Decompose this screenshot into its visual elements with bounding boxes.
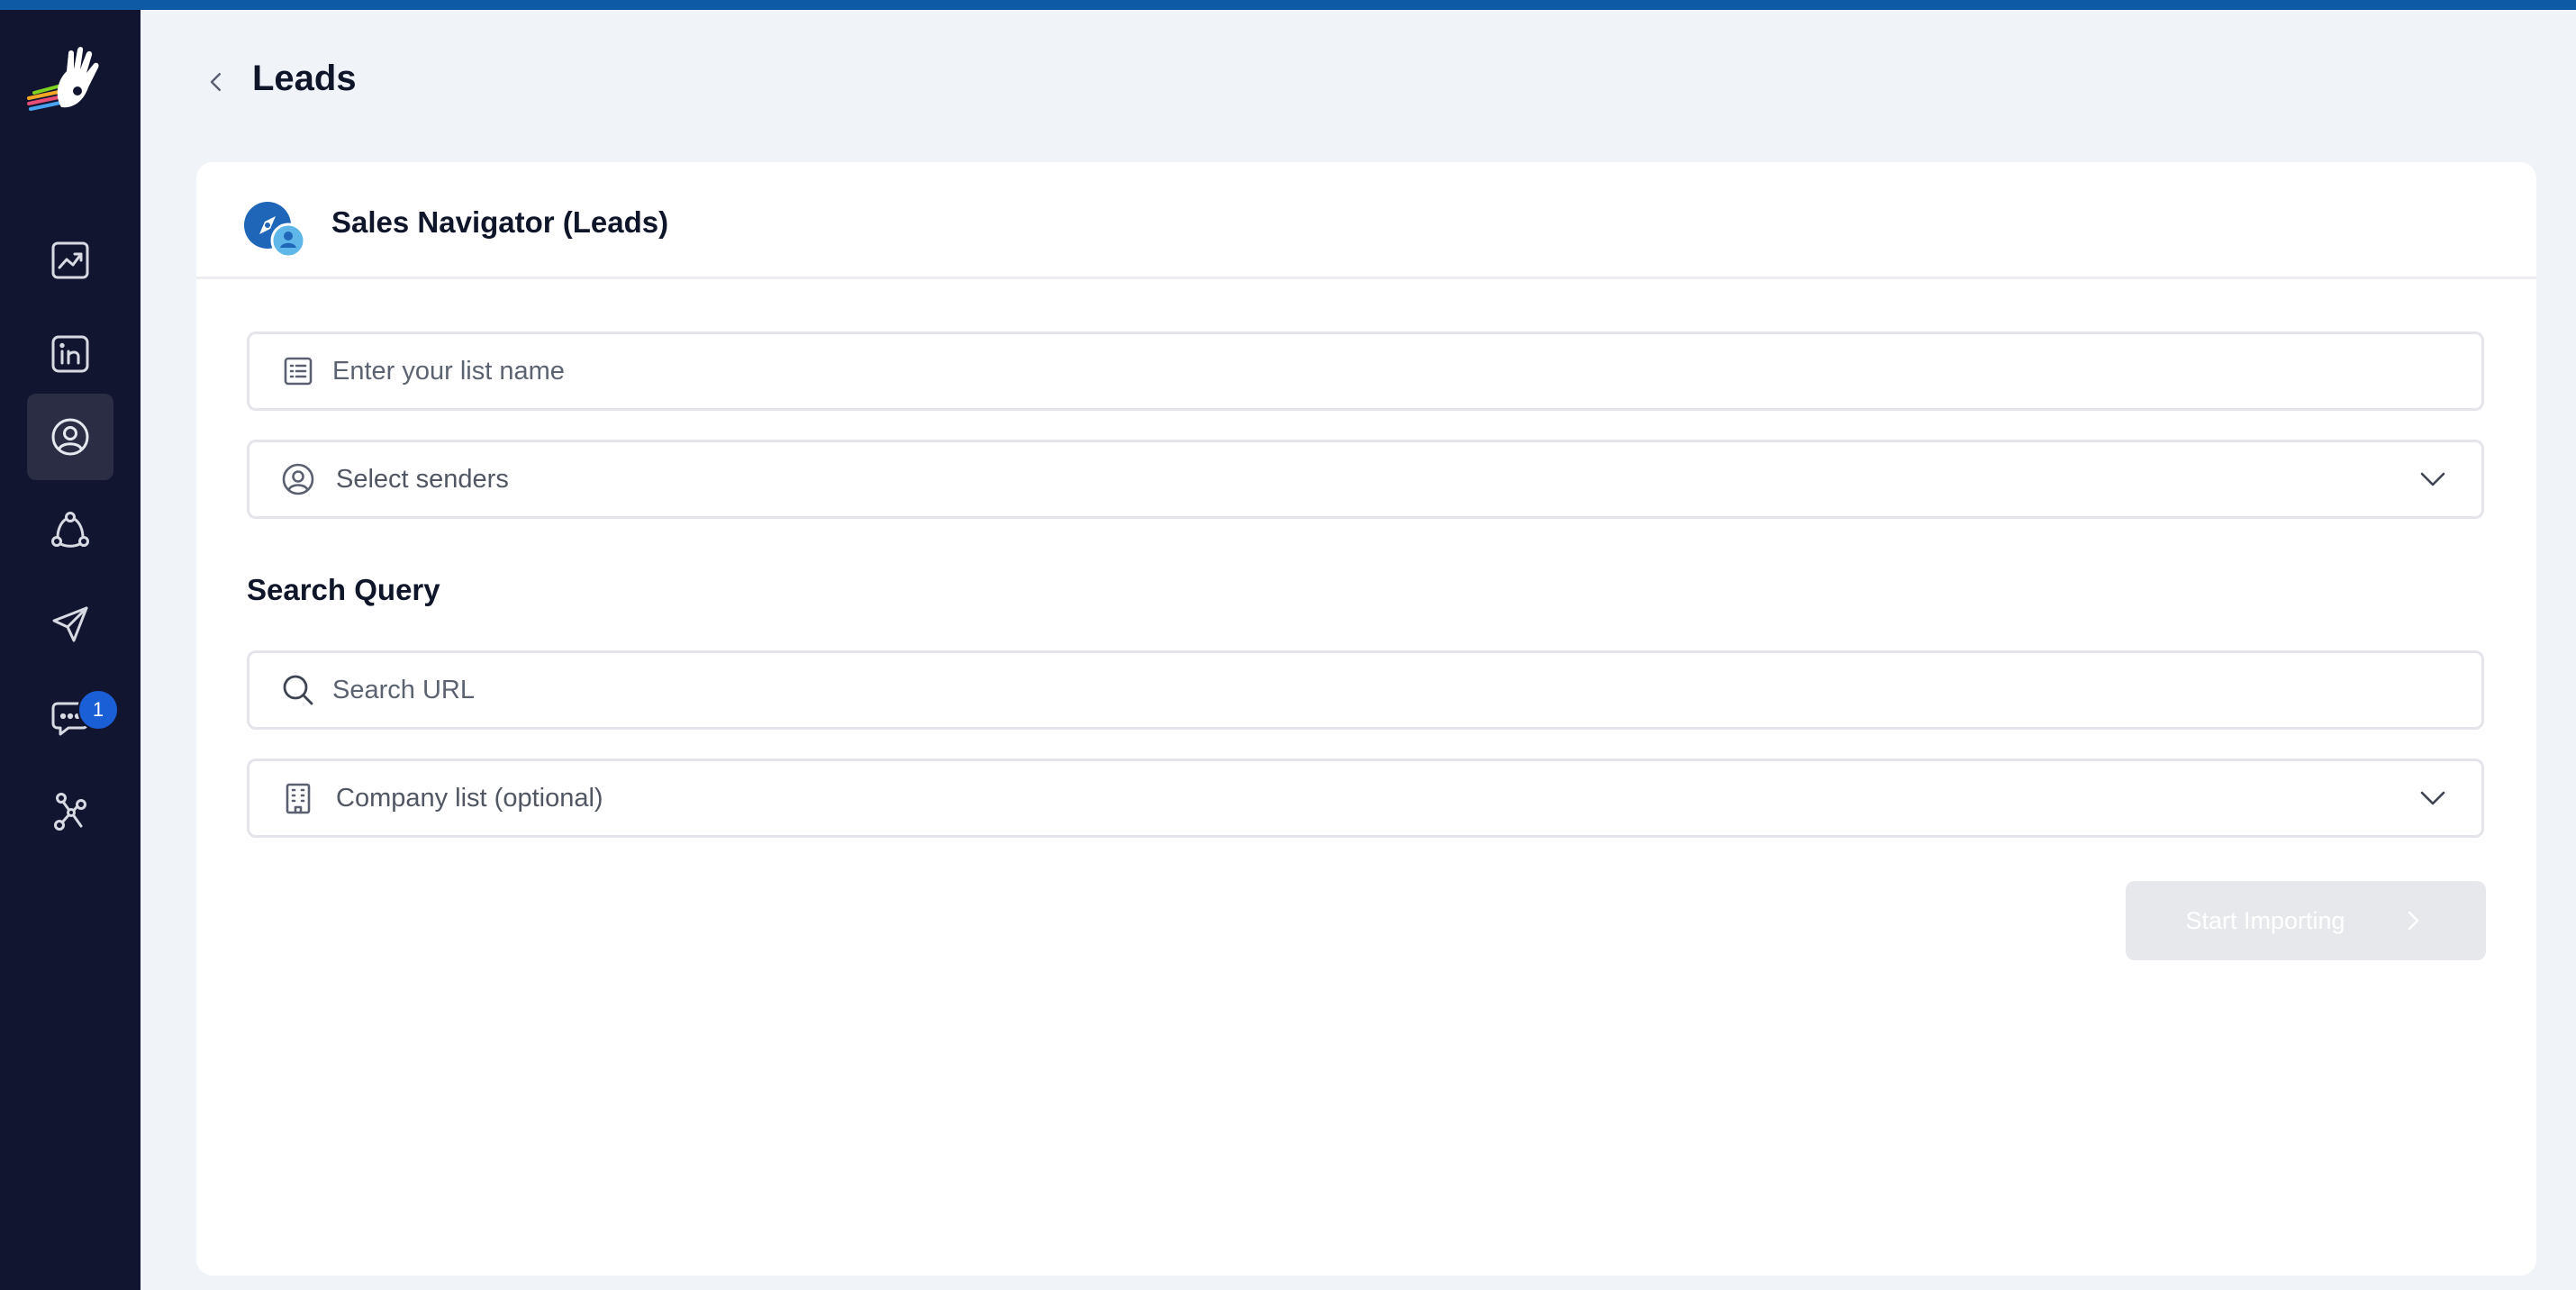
company-list-dropdown[interactable]: Company list (optional) bbox=[247, 759, 2484, 838]
webhook-icon bbox=[54, 793, 86, 831]
card-title: Sales Navigator (Leads) bbox=[331, 205, 669, 239]
page-title: Leads bbox=[252, 59, 357, 98]
company-list-label: Company list (optional) bbox=[336, 783, 603, 813]
sidebar-item-campaigns[interactable] bbox=[27, 487, 113, 574]
list-name-input[interactable] bbox=[332, 356, 2314, 386]
network-icon bbox=[51, 512, 89, 548]
sidebar-item-leads[interactable] bbox=[27, 394, 113, 480]
start-importing-label: Start Importing bbox=[2185, 906, 2345, 934]
chevron-down-icon bbox=[2420, 791, 2445, 805]
top-accent-bar bbox=[0, 0, 2576, 10]
select-senders-label: Select senders bbox=[336, 464, 509, 494]
back-button[interactable] bbox=[195, 60, 238, 104]
list-name-field[interactable] bbox=[247, 332, 2484, 411]
sidebar-item-inbox[interactable]: 1 bbox=[27, 675, 119, 761]
search-url-field[interactable] bbox=[247, 650, 2484, 730]
select-senders-dropdown[interactable]: Select senders bbox=[247, 440, 2484, 519]
search-url-input[interactable] bbox=[332, 675, 2314, 705]
sales-navigator-icon bbox=[243, 200, 308, 259]
sidebar-item-linkedin[interactable] bbox=[27, 311, 113, 397]
chevron-right-icon bbox=[2408, 911, 2418, 931]
sidebar: 1 bbox=[0, 10, 141, 1290]
app-logo[interactable] bbox=[27, 44, 108, 116]
paper-plane-icon bbox=[52, 606, 88, 642]
search-query-heading: Search Query bbox=[247, 573, 440, 606]
trend-chart-icon bbox=[51, 241, 89, 279]
page-header: Leads bbox=[141, 10, 2576, 163]
user-circle-icon bbox=[280, 461, 316, 497]
import-card: Sales Navigator (Leads) Select senders S… bbox=[196, 162, 2536, 1276]
chevron-down-icon bbox=[2420, 472, 2445, 486]
search-icon bbox=[280, 672, 316, 708]
sidebar-item-integrations[interactable] bbox=[27, 768, 113, 855]
building-icon bbox=[280, 780, 316, 816]
start-importing-button[interactable]: Start Importing bbox=[2126, 881, 2486, 960]
card-header: Sales Navigator (Leads) bbox=[196, 162, 2536, 279]
sidebar-item-outreach[interactable] bbox=[27, 581, 113, 668]
inbox-unread-badge: 1 bbox=[77, 689, 119, 731]
linkedin-icon bbox=[51, 335, 89, 373]
list-icon bbox=[280, 353, 316, 389]
chevron-left-icon bbox=[210, 73, 221, 91]
user-circle-icon bbox=[51, 418, 89, 456]
sidebar-item-analytics[interactable] bbox=[27, 217, 113, 304]
